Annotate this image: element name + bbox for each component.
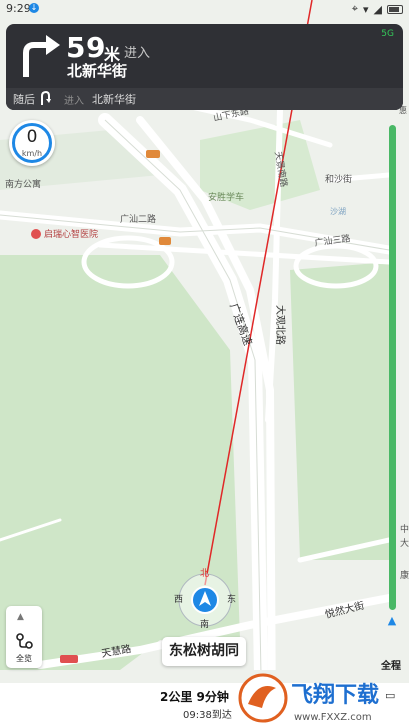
collapse-icon[interactable]: ▲	[17, 612, 24, 622]
overview-button[interactable]: 全览	[6, 653, 42, 664]
next-street-tag: 东松树胡同	[162, 637, 246, 666]
then-label: 随后	[13, 93, 35, 106]
route-summary: 2公里 9分钟	[160, 690, 229, 704]
next-instruction: 随后 进入 北新华街	[6, 88, 403, 110]
label-hospital: 启瑞心智医院	[44, 228, 98, 240]
compass-west: 西	[174, 594, 183, 605]
speed-unit: km/h	[21, 149, 43, 158]
then-street: 北新华街	[92, 93, 136, 106]
label-shahu: 沙湖	[330, 207, 346, 216]
watermark-text: 飞翔下载	[291, 682, 379, 708]
turn-enter-label: 进入	[124, 46, 151, 61]
label-edge-da: 大	[400, 537, 409, 549]
label-hesha: 和沙街	[325, 173, 352, 185]
label-anshen: 安胜学车	[208, 191, 244, 203]
then-enter-label: 进入	[64, 96, 84, 107]
watermark-logo: 飞翔下载 www.FXXZ.com	[238, 673, 379, 723]
eta: 09:38到达	[183, 710, 232, 721]
compass-east: 东	[227, 593, 236, 605]
wifi-icon: ▾	[363, 2, 369, 16]
signal-icon: ◢	[373, 2, 382, 16]
turn-right-icon	[23, 35, 60, 77]
route-progress-bar	[389, 125, 396, 610]
watermark-url: www.FXXZ.com	[294, 712, 372, 723]
label-nanfang: 南方公寓	[5, 178, 41, 190]
notification-icon: ↓	[29, 3, 39, 13]
gps-badge: 5G	[381, 29, 394, 39]
label-edge-zhong: 中	[400, 523, 409, 535]
speedometer: 0 km/h	[9, 120, 55, 166]
compass-south: 南	[200, 618, 209, 630]
overview-icon[interactable]	[16, 633, 33, 649]
label-guangshan2: 广汕二路	[120, 213, 156, 225]
left-control-panel: ▲ 全览	[6, 606, 42, 668]
compass-north: 北	[200, 568, 209, 579]
location-icon: ⌖	[351, 2, 358, 15]
status-bar: 9:29 ↓ ⌖ ▾ ◢	[0, 0, 409, 18]
status-icons: ⌖ ▾ ◢	[352, 2, 403, 16]
label-daguan: 大观北路	[274, 305, 287, 345]
u-turn-icon	[41, 90, 51, 105]
label-edge-kang: 康	[400, 569, 409, 581]
speed-value: 0	[26, 127, 38, 147]
current-position-marker-icon: ▲	[387, 614, 397, 627]
battery-icon	[387, 4, 403, 14]
turn-street: 北新华街	[67, 62, 128, 80]
navigation-card[interactable]: 59 米 进入 北新华街 5G 随后 进入 北新华街	[6, 24, 403, 110]
status-time: 9:29	[6, 2, 31, 15]
